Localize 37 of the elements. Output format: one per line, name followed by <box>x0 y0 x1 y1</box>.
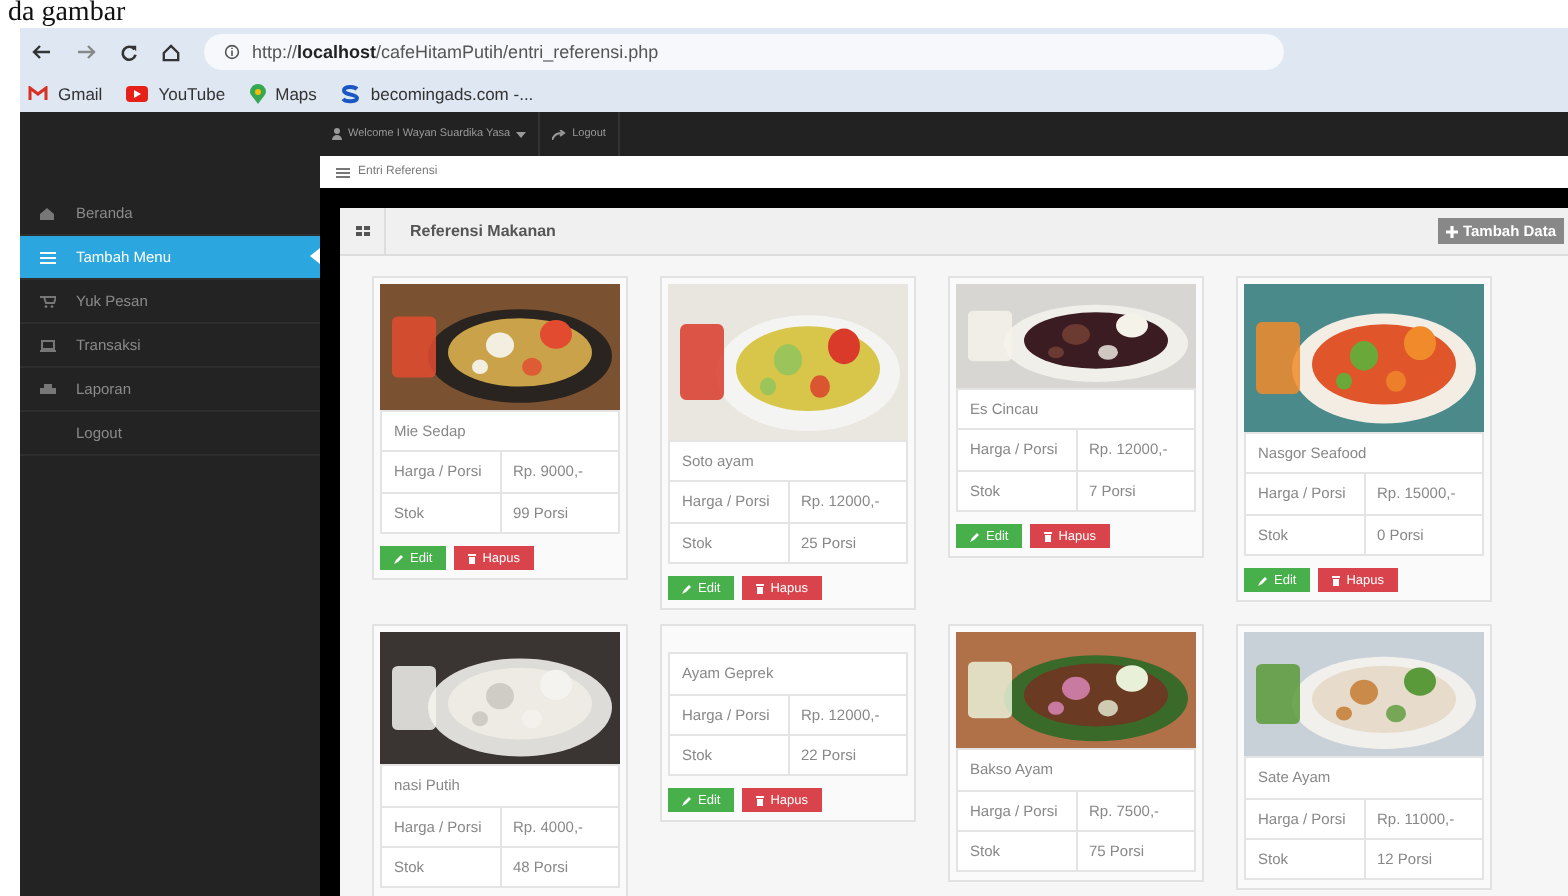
home-icon <box>40 207 54 219</box>
trash-icon <box>1044 531 1053 542</box>
reload-icon[interactable] <box>120 43 138 61</box>
info-icon <box>224 44 240 60</box>
grid-icon <box>355 226 369 236</box>
bookmark-link[interactable]: Gmail <box>28 84 103 104</box>
cart-icon <box>40 295 56 307</box>
caret-icon <box>516 131 527 137</box>
user-icon <box>332 128 342 140</box>
caption-text: da gambar <box>6 0 128 28</box>
printer-icon <box>40 383 56 395</box>
s-logo-icon <box>340 84 361 104</box>
laptop-icon <box>40 339 56 351</box>
trash-icon <box>756 583 765 594</box>
plus-icon <box>1446 225 1459 237</box>
forward-icon[interactable] <box>76 44 96 60</box>
pencil-icon <box>970 531 980 542</box>
pencil-icon <box>682 583 692 594</box>
panel-title: Referensi Makanan <box>408 222 558 240</box>
home-icon[interactable] <box>162 43 180 61</box>
address-bar[interactable]: http://localhost/cafeHitamPutih/entri_referensi.php <box>204 34 1284 70</box>
list-icon <box>40 251 56 263</box>
pencil-icon <box>394 553 404 564</box>
pencil-icon <box>682 795 692 806</box>
bookmark-link[interactable]: YouTube <box>126 84 226 104</box>
bookmark-link[interactable]: Maps <box>249 84 317 104</box>
gmail-icon <box>28 86 48 102</box>
trash-icon <box>756 795 765 806</box>
bookmark-link[interactable]: becomingads.com -... <box>340 84 534 104</box>
map-pin-icon <box>249 84 266 104</box>
play-icon <box>126 86 149 102</box>
pencil-icon <box>1258 575 1268 586</box>
trash-icon <box>468 553 477 564</box>
share-icon <box>552 129 567 139</box>
back-icon[interactable] <box>32 44 52 60</box>
trash-icon <box>1332 575 1341 586</box>
list-icon <box>336 167 350 177</box>
